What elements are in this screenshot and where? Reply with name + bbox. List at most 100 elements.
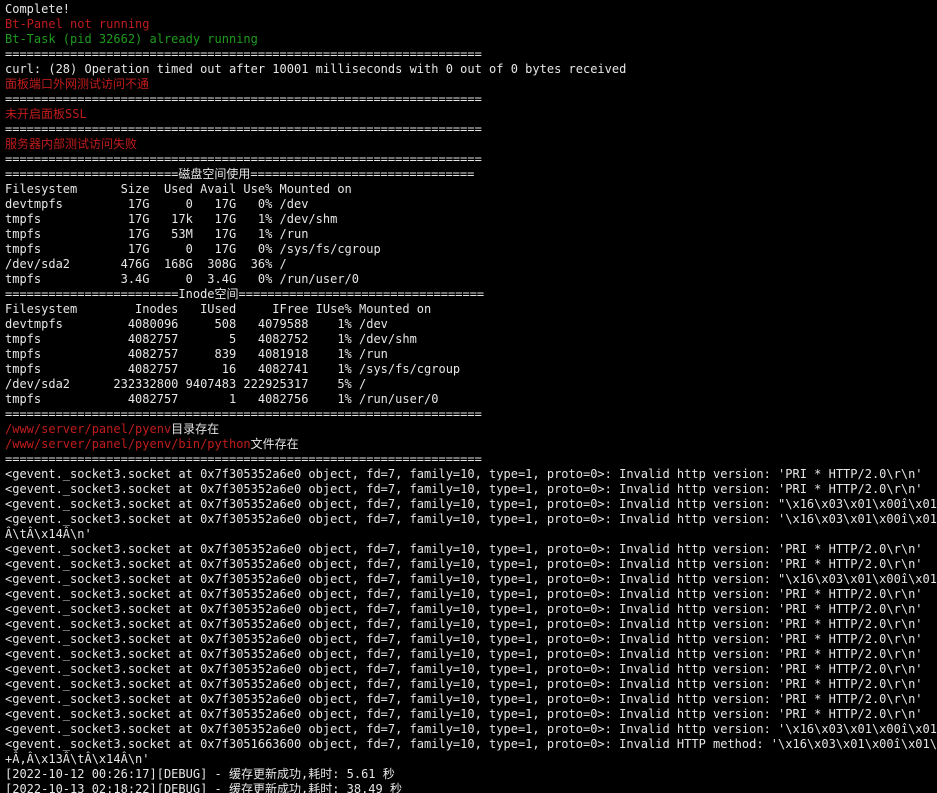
terminal-text-segment: <gevent._socket3.socket at 0x7f305352a6e… [5, 497, 937, 511]
terminal-line: <gevent._socket3.socket at 0x7f305352a6e… [5, 482, 937, 497]
terminal-line: ========================================… [5, 152, 937, 167]
terminal-line: tmpfs 4082757 5 4082752 1% /dev/shm [5, 332, 937, 347]
terminal-text-segment: ========================================… [5, 122, 482, 136]
terminal-text-segment: [2022-10-13 02:18:22][DEBUG] - 缓存更新成功,耗时… [5, 782, 402, 793]
terminal-text-segment: <gevent._socket3.socket at 0x7f305352a6e… [5, 677, 923, 691]
terminal-line: /dev/sda2 476G 168G 308G 36% / [5, 257, 937, 272]
terminal-line: <gevent._socket3.socket at 0x7f305352a6e… [5, 707, 937, 722]
terminal-text-segment: /dev/sda2 232332800 9407483 222925317 5%… [5, 377, 367, 391]
terminal-text-segment: ========================================… [5, 452, 482, 466]
terminal-text-segment: [2022-10-12 00:26:17][DEBUG] - 缓存更新成功,耗时… [5, 767, 395, 781]
terminal-text-segment: <gevent._socket3.socket at 0x7f305352a6e… [5, 722, 937, 736]
terminal-text-segment: devtmpfs 17G 0 17G 0% /dev [5, 197, 309, 211]
terminal-line: 面板端口外网测试访问不通 [5, 77, 937, 92]
terminal-line: curl: (28) Operation timed out after 100… [5, 62, 937, 77]
terminal-text-segment: Filesystem Inodes IUsed IFree IUse% Moun… [5, 302, 432, 316]
terminal-line: tmpfs 17G 0 17G 0% /sys/fs/cgroup [5, 242, 937, 257]
terminal-line: ========================磁盘空间使用==========… [5, 167, 937, 182]
terminal-text-segment: Filesystem Size Used Avail Use% Mounted … [5, 182, 352, 196]
terminal-text-segment: Bt-Task (pid 32662) already running [5, 32, 258, 46]
terminal-text-segment: <gevent._socket3.socket at 0x7f305352a6e… [5, 647, 923, 661]
terminal-line: [2022-10-12 00:26:17][DEBUG] - 缓存更新成功,耗时… [5, 767, 937, 782]
terminal-text-segment: tmpfs 17G 53M 17G 1% /run [5, 227, 309, 241]
terminal-line: <gevent._socket3.socket at 0x7f305352a6e… [5, 647, 937, 662]
terminal-line: tmpfs 4082757 839 4081918 1% /run [5, 347, 937, 362]
terminal-line: tmpfs 4082757 1 4082756 1% /run/user/0 [5, 392, 937, 407]
terminal-line: Â\tÂ\x14Â\n' [5, 527, 937, 542]
terminal-line: [2022-10-13 02:18:22][DEBUG] - 缓存更新成功,耗时… [5, 782, 937, 793]
terminal-line: ========================Inode空间=========… [5, 287, 937, 302]
terminal-line: <gevent._socket3.socket at 0x7f305352a6e… [5, 617, 937, 632]
terminal-text-segment: <gevent._socket3.socket at 0x7f305352a6e… [5, 632, 923, 646]
terminal-text-segment: 面板端口外网测试访问不通 [5, 77, 150, 91]
terminal-text-segment: devtmpfs 4080096 508 4079588 1% /dev [5, 317, 388, 331]
terminal-line: <gevent._socket3.socket at 0x7f305352a6e… [5, 572, 937, 587]
terminal-text-segment: Bt-Panel not running [5, 17, 150, 31]
terminal-line: Complete! [5, 2, 937, 17]
terminal-line: /www/server/panel/pyenv/bin/python文件存在 [5, 437, 937, 452]
terminal-line: tmpfs 3.4G 0 3.4G 0% /run/user/0 [5, 272, 937, 287]
terminal-line: +Â,Â\x13Â\tÂ\x14Â\n' [5, 752, 937, 767]
terminal-text-segment: ========================磁盘空间使用==========… [5, 167, 475, 181]
terminal-text-segment: ========================================… [5, 92, 482, 106]
terminal-text-segment: ========================================… [5, 47, 482, 61]
terminal-text-segment: +Â,Â\x13Â\tÂ\x14Â\n' [5, 752, 150, 766]
terminal-text-segment: <gevent._socket3.socket at 0x7f305352a6e… [5, 572, 937, 586]
terminal-text-segment: tmpfs 4082757 1 4082756 1% /run/user/0 [5, 392, 439, 406]
terminal-line: Filesystem Inodes IUsed IFree IUse% Moun… [5, 302, 937, 317]
terminal-line: Bt-Panel not running [5, 17, 937, 32]
terminal-text-segment: <gevent._socket3.socket at 0x7f305352a6e… [5, 602, 923, 616]
terminal-text-segment: ========================================… [5, 407, 482, 421]
terminal-line: <gevent._socket3.socket at 0x7f305352a6e… [5, 677, 937, 692]
terminal-line: <gevent._socket3.socket at 0x7f305166360… [5, 737, 937, 752]
terminal-text-segment: <gevent._socket3.socket at 0x7f305166360… [5, 737, 937, 751]
terminal-text-segment: tmpfs 4082757 839 4081918 1% /run [5, 347, 388, 361]
terminal-line: ========================================… [5, 47, 937, 62]
terminal-text-segment: <gevent._socket3.socket at 0x7f305352a6e… [5, 707, 923, 721]
terminal-text-segment: 目录存在 [171, 422, 220, 436]
terminal-line: devtmpfs 17G 0 17G 0% /dev [5, 197, 937, 212]
terminal-line: Filesystem Size Used Avail Use% Mounted … [5, 182, 937, 197]
terminal-text-segment: <gevent._socket3.socket at 0x7f305352a6e… [5, 542, 923, 556]
terminal-line: 未开启面板SSL [5, 107, 937, 122]
terminal-text-segment: ========================================… [5, 152, 482, 166]
terminal-text-segment: tmpfs 17G 17k 17G 1% /dev/shm [5, 212, 338, 226]
terminal-line: <gevent._socket3.socket at 0x7f305352a6e… [5, 662, 937, 677]
terminal-line: tmpfs 17G 17k 17G 1% /dev/shm [5, 212, 937, 227]
terminal-line: ========================================… [5, 92, 937, 107]
terminal-line: Bt-Task (pid 32662) already running [5, 32, 937, 47]
terminal-text-segment: Â\tÂ\x14Â\n' [5, 527, 92, 541]
terminal-line: /dev/sda2 232332800 9407483 222925317 5%… [5, 377, 937, 392]
terminal-text-segment: <gevent._socket3.socket at 0x7f305352a6e… [5, 467, 923, 481]
terminal-text-segment: <gevent._socket3.socket at 0x7f305352a6e… [5, 617, 923, 631]
terminal-line: <gevent._socket3.socket at 0x7f305352a6e… [5, 557, 937, 572]
terminal-line: /www/server/panel/pyenv目录存在 [5, 422, 937, 437]
terminal-text-segment: ========================Inode空间=========… [5, 287, 485, 301]
terminal-text-segment: tmpfs 4082757 5 4082752 1% /dev/shm [5, 332, 417, 346]
terminal-text-segment: tmpfs 3.4G 0 3.4G 0% /run/user/0 [5, 272, 360, 286]
terminal-line: <gevent._socket3.socket at 0x7f305352a6e… [5, 602, 937, 617]
terminal-line: devtmpfs 4080096 508 4079588 1% /dev [5, 317, 937, 332]
terminal-line: tmpfs 4082757 16 4082741 1% /sys/fs/cgro… [5, 362, 937, 377]
terminal-text-segment: <gevent._socket3.socket at 0x7f305352a6e… [5, 662, 923, 676]
terminal-text-segment: <gevent._socket3.socket at 0x7f305352a6e… [5, 482, 923, 496]
terminal-text-segment: <gevent._socket3.socket at 0x7f305352a6e… [5, 512, 937, 526]
terminal-text-segment: /www/server/panel/pyenv/bin/python [5, 437, 251, 451]
terminal-text-segment: <gevent._socket3.socket at 0x7f305352a6e… [5, 692, 923, 706]
terminal-text-segment: 服务器内部测试访问失败 [5, 137, 138, 151]
terminal-line: 服务器内部测试访问失败 [5, 137, 937, 152]
terminal-window[interactable]: Complete! Bt-Panel not running Bt-Task (pi… [0, 0, 937, 793]
terminal-line: ========================================… [5, 407, 937, 422]
terminal-text-segment: /www/server/panel/pyenv [5, 422, 172, 436]
terminal-text-segment: 未开启面板SSL [5, 107, 87, 121]
terminal-line: <gevent._socket3.socket at 0x7f305352a6e… [5, 542, 937, 557]
terminal-text-segment: curl: (28) Operation timed out after 100… [5, 62, 627, 76]
terminal-text-segment: 文件存在 [250, 437, 299, 451]
terminal-text-segment: /dev/sda2 476G 168G 308G 36% / [5, 257, 287, 271]
terminal-line: <gevent._socket3.socket at 0x7f305352a6e… [5, 722, 937, 737]
terminal-text-segment: <gevent._socket3.socket at 0x7f305352a6e… [5, 587, 923, 601]
terminal-line: <gevent._socket3.socket at 0x7f305352a6e… [5, 467, 937, 482]
terminal-line: ========================================… [5, 122, 937, 137]
terminal-line: tmpfs 17G 53M 17G 1% /run [5, 227, 937, 242]
terminal-line: <gevent._socket3.socket at 0x7f305352a6e… [5, 497, 937, 512]
